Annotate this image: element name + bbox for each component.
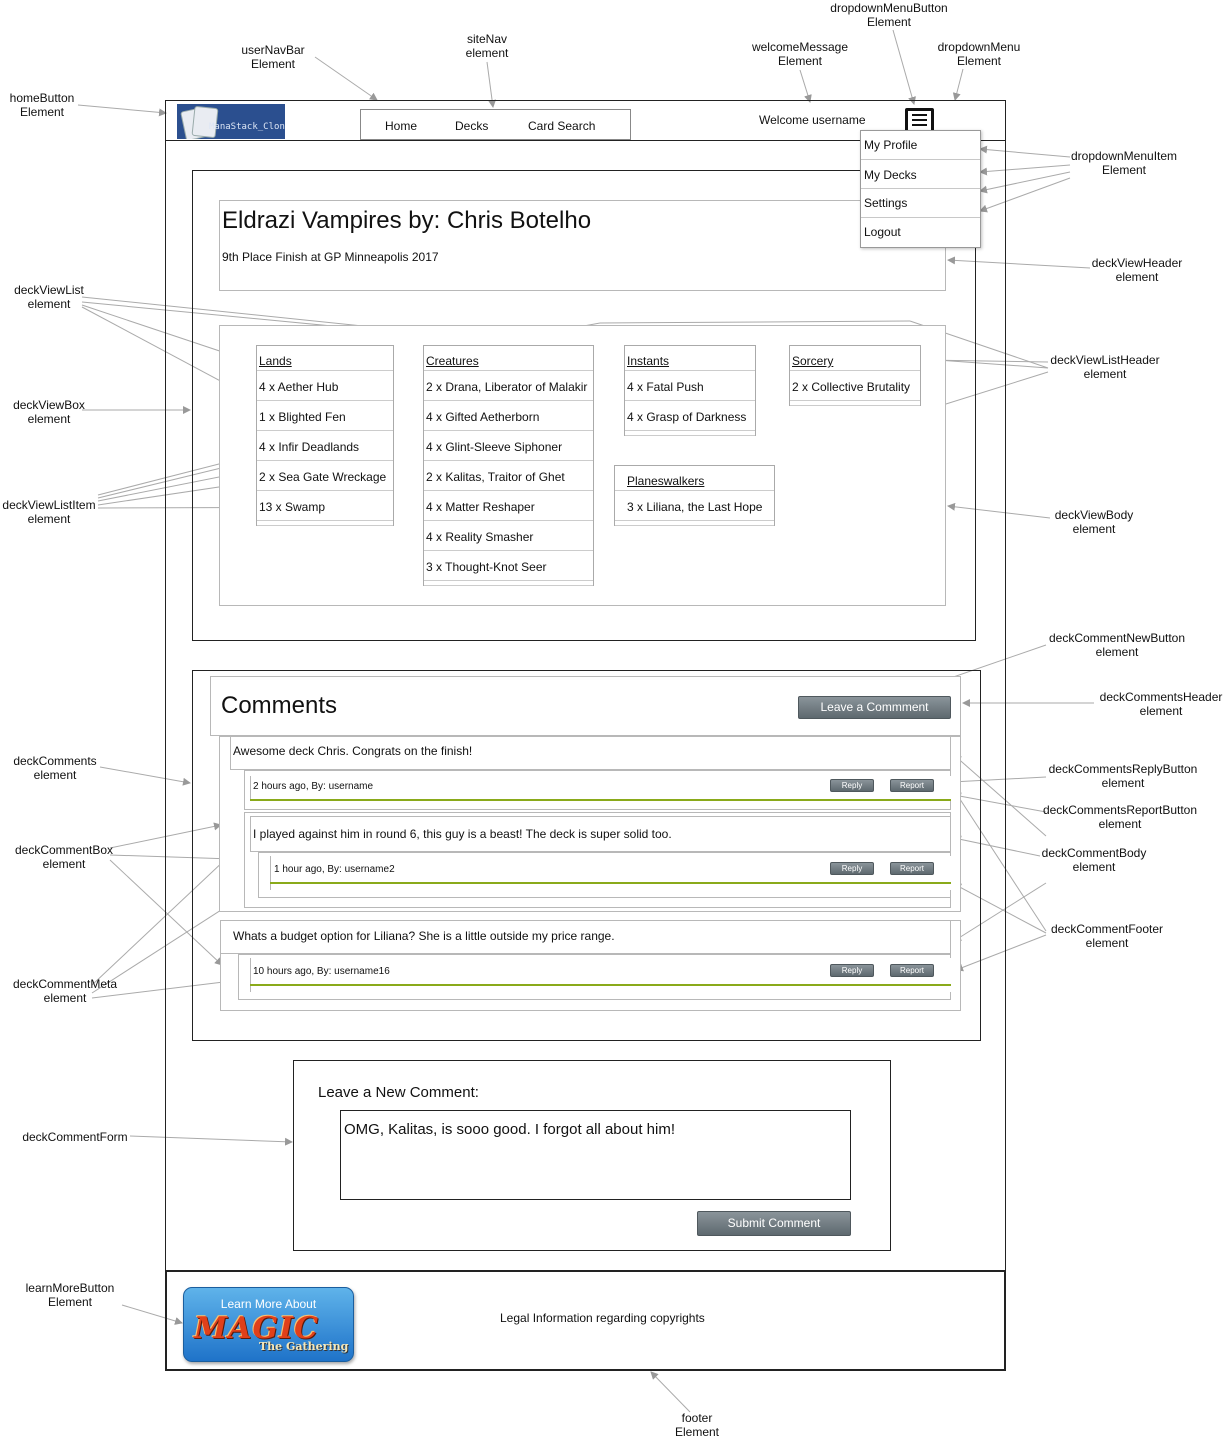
note-learnmorebutton: learnMoreButton Element (25, 1281, 115, 1309)
nav-card-search[interactable]: Card Search (528, 119, 595, 133)
deck-view-list-planeswalkers: Planeswalkers 3 x Liliana, the Last Hope (614, 465, 775, 526)
comment-body-text: Awesome deck Chris. Congrats on the fini… (233, 744, 473, 758)
hamburger-icon (912, 119, 927, 121)
comment-divider (270, 882, 951, 884)
comment-meta-text: 1 hour ago, By: username2 (274, 864, 395, 875)
nav-decks[interactable]: Decks (455, 119, 488, 133)
note-dropdownmenuitem: dropdownMenuItem Element (1070, 149, 1178, 177)
note-deckcommentbox: deckCommentBox element (14, 843, 114, 871)
note-deckcommentsreplybutton: deckCommentsReplyButton element (1048, 762, 1198, 790)
leave-comment-button[interactable]: Leave a Commment (798, 696, 951, 719)
submit-comment-button[interactable]: Submit Comment (697, 1211, 851, 1236)
comment-textarea-value: OMG, Kalitas, is sooo good. I forgot all… (344, 1121, 675, 1138)
dropdown-item-my-decks[interactable]: My Decks (861, 160, 980, 189)
note-dropdownmenubutton: dropdownMenuButton Element (830, 1, 948, 29)
comment-divider (250, 799, 951, 801)
comment-body-text: I played against him in round 6, this gu… (253, 827, 672, 841)
list-item[interactable]: 2 x Drana, Liberator of Malakir (424, 371, 593, 401)
list-item[interactable]: 1 x Blighted Fen (257, 401, 393, 431)
list-item[interactable]: 4 x Reality Smasher (424, 521, 593, 551)
reply-button[interactable]: Reply (830, 964, 874, 977)
legal-text: Legal Information regarding copyrights (500, 1311, 705, 1325)
note-deckviewbody: deckViewBody element (1054, 508, 1134, 536)
list-footer (790, 401, 920, 406)
reply-button[interactable]: Reply (830, 862, 874, 875)
note-deckcommentform: deckCommentForm (22, 1130, 128, 1144)
note-deckcommentmeta: deckCommentMeta element (12, 977, 118, 1005)
list-item[interactable]: 13 x Swamp (257, 491, 393, 521)
note-usernavbar: userNavBar Element (241, 43, 305, 71)
learn-more-label: Learn More About (220, 1297, 317, 1311)
welcome-message: Welcome username (759, 113, 866, 127)
list-header[interactable]: Lands (257, 346, 393, 371)
list-footer (424, 581, 593, 586)
learn-more-button[interactable]: Learn More About MAGIC The Gathering (183, 1287, 354, 1362)
list-item[interactable]: 4 x Gifted Aetherborn (424, 401, 593, 431)
list-item[interactable]: 2 x Sea Gate Wreckage (257, 461, 393, 491)
nav-home[interactable]: Home (385, 119, 417, 133)
list-item[interactable]: 4 x Grasp of Darkness (625, 401, 755, 431)
home-button[interactable]: ManaStack_Clone (177, 104, 285, 139)
report-button[interactable]: Report (890, 862, 934, 875)
list-footer (615, 521, 774, 526)
comment-body-text: Whats a budget option for Liliana? She i… (233, 929, 615, 943)
list-item[interactable]: 4 x Fatal Push (625, 371, 755, 401)
comment-textarea[interactable]: OMG, Kalitas, is sooo good. I forgot all… (340, 1110, 851, 1200)
deck-subtitle: 9th Place Finish at GP Minneapolis 2017 (222, 250, 439, 264)
list-item[interactable]: 4 x Matter Reshaper (424, 491, 593, 521)
deck-view-list-sorcery: Sorcery 2 x Collective Brutality (789, 345, 921, 406)
list-header[interactable]: Sorcery (790, 346, 920, 371)
list-item[interactable]: 4 x Infir Deadlands (257, 431, 393, 461)
note-welcomemessage: welcomeMessage Element (751, 40, 849, 68)
comment-divider (250, 984, 951, 986)
deck-view-list-lands: Lands 4 x Aether Hub 1 x Blighted Fen 4 … (256, 345, 394, 526)
list-footer (625, 431, 755, 436)
list-header[interactable]: Planeswalkers (615, 466, 774, 491)
note-deckviewlist: deckViewList element (14, 283, 84, 311)
list-item[interactable]: 3 x Thought-Knot Seer (424, 551, 593, 581)
magic-logo-subtitle: The Gathering (259, 1340, 349, 1353)
deck-view-list-creatures: Creatures 2 x Drana, Liberator of Malaki… (423, 345, 594, 586)
note-deckviewheader: deckViewHeader element (1091, 256, 1183, 284)
hamburger-icon (912, 114, 927, 116)
reply-button[interactable]: Reply (830, 779, 874, 792)
site-nav: Home Decks Card Search (360, 109, 631, 140)
note-deckcommentsheader: deckCommentsHeader element (1099, 690, 1223, 718)
note-deckcommentnewbutton: deckCommentNewButton element (1048, 631, 1186, 659)
dropdown-item-logout[interactable]: Logout (861, 218, 980, 247)
dropdown-item-my-profile[interactable]: My Profile (861, 131, 980, 160)
note-deckcommentfooter: deckCommentFooter element (1050, 922, 1164, 950)
list-footer (257, 521, 393, 526)
comment-meta-text: 10 hours ago, By: username16 (253, 966, 390, 977)
form-title: Leave a New Comment: (318, 1084, 479, 1101)
deck-view-list-instants: Instants 4 x Fatal Push 4 x Grasp of Dar… (624, 345, 756, 436)
list-item[interactable]: 3 x Liliana, the Last Hope (615, 491, 774, 521)
list-item[interactable]: 4 x Aether Hub (257, 371, 393, 401)
list-item[interactable]: 2 x Collective Brutality (790, 371, 920, 401)
note-deckcommentbody: deckCommentBody element (1041, 846, 1147, 874)
note-sitenav: siteNav element (465, 32, 509, 60)
note-footer: footer Element (674, 1411, 720, 1439)
note-deckcomments: deckComments element (13, 754, 97, 782)
deck-title: Eldrazi Vampires by: Chris Botelho (222, 207, 592, 234)
report-button[interactable]: Report (890, 964, 934, 977)
comments-title: Comments (221, 692, 338, 719)
list-item[interactable]: 2 x Kalitas, Traitor of Ghet (424, 461, 593, 491)
note-homebutton: homeButton Element (9, 91, 75, 119)
dropdown-menu: My Profile My Decks Settings Logout (860, 130, 981, 248)
note-deckviewbox: deckViewBox element (13, 398, 85, 426)
note-deckviewlistitem: deckViewListItem element (2, 498, 96, 526)
hamburger-icon (912, 124, 927, 126)
list-item[interactable]: 4 x Glint-Sleeve Siphoner (424, 431, 593, 461)
report-button[interactable]: Report (890, 779, 934, 792)
note-dropdownmenu: dropdownMenu Element (937, 40, 1021, 68)
note-deckviewlistheader: deckViewListHeader element (1050, 353, 1160, 381)
home-logo-text: ManaStack_Clone (209, 122, 285, 132)
list-header[interactable]: Instants (625, 346, 755, 371)
note-deckcommentsreportbutton: deckCommentsReportButton element (1042, 803, 1198, 831)
dropdown-item-settings[interactable]: Settings (861, 189, 980, 218)
list-header[interactable]: Creatures (424, 346, 593, 371)
comment-meta-text: 2 hours ago, By: username (253, 781, 374, 792)
